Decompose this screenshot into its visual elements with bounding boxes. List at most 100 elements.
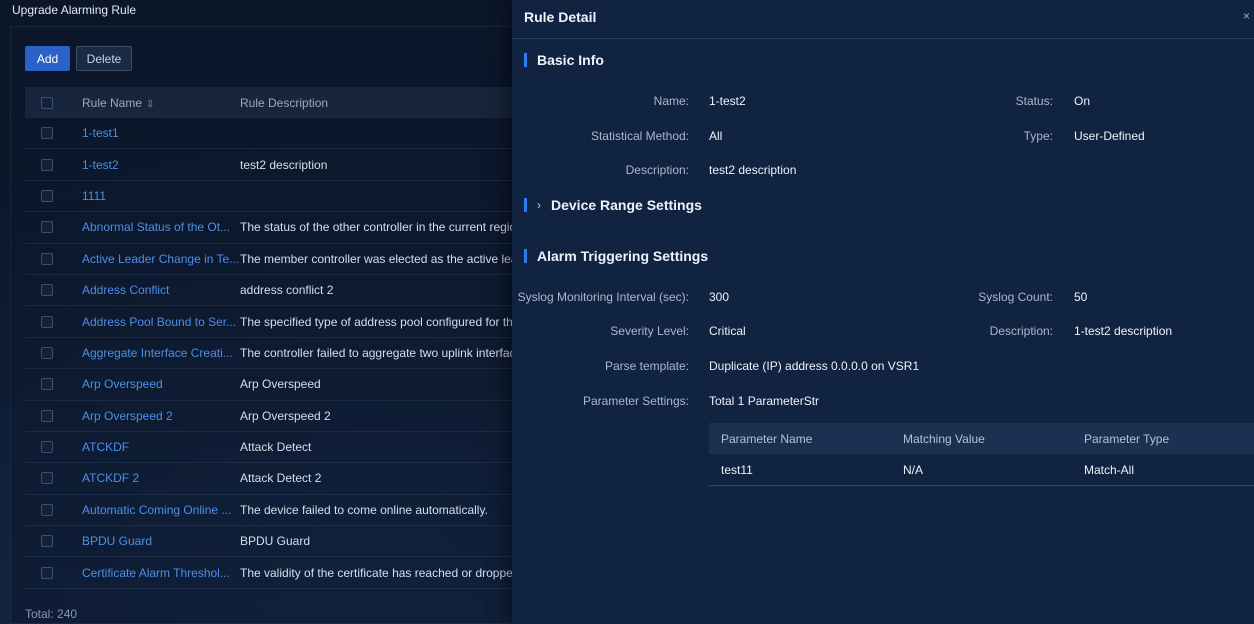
rule-name-link[interactable]: Arp Overspeed 2 [82, 409, 240, 423]
table-row[interactable]: ATCKDF 2 Attack Detect 2 [25, 463, 515, 495]
row-checkbox[interactable] [41, 252, 53, 265]
parameter-settings-value: Total 1 ParameterStr [709, 394, 820, 408]
table-row[interactable]: 1111 [25, 181, 515, 213]
table-row[interactable]: Automatic Coming Online ... The device fa… [25, 495, 515, 527]
rule-name-link[interactable]: Abnormal Status of the Ot... [82, 220, 240, 234]
rule-name-link[interactable]: BPDU Guard [82, 534, 240, 548]
table-row[interactable]: ATCKDF Attack Detect [25, 432, 515, 464]
column-header-matching-value: Matching Value [903, 431, 985, 446]
row-checkbox[interactable] [41, 284, 53, 297]
rule-name-link[interactable]: Certificate Alarm Threshol... [82, 566, 240, 580]
section-basic-info: Basic Info [524, 52, 604, 68]
table-row[interactable]: Address Conflict address conflict 2 [25, 275, 515, 307]
parameter-type-cell: Match-All [1084, 462, 1135, 477]
table-body: 1-test1 1-test2 test2 description 1111 Abnor… [25, 118, 515, 589]
rule-description: Attack Detect 2 [240, 471, 322, 486]
total-count: Total: 240 [25, 607, 78, 621]
rule-description: address conflict 2 [240, 283, 334, 298]
name-value: 1-test2 [709, 94, 746, 108]
parameter-table: Parameter Name Matching Value Parameter … [709, 423, 1254, 486]
row-checkbox[interactable] [41, 158, 53, 171]
table-row[interactable]: 1-test1 [25, 118, 515, 150]
rule-description: BPDU Guard [240, 534, 311, 549]
row-checkbox[interactable] [41, 378, 53, 391]
rule-name-link[interactable]: Address Conflict [82, 283, 240, 297]
status-label: Status: [1015, 94, 1053, 108]
table-row[interactable]: Arp Overspeed 2 Arp Overspeed 2 [25, 401, 515, 432]
column-header-parameter-type: Parameter Type [1084, 431, 1170, 446]
status-value: On [1074, 94, 1091, 108]
rule-name-link[interactable]: 1-test1 [82, 126, 240, 140]
syslog-count-value: 50 [1074, 290, 1088, 304]
rule-name-link[interactable]: Arp Overspeed [82, 377, 240, 391]
parameter-settings-label: Parameter Settings: [582, 394, 689, 408]
add-button[interactable]: Add [25, 46, 70, 71]
row-checkbox[interactable] [41, 409, 53, 422]
rule-description: The validity of the certificate has reac… [240, 565, 515, 580]
rule-name-link[interactable]: 1111 [82, 189, 240, 203]
section-alarm-triggering: Alarm Triggering Settings [524, 248, 708, 264]
row-checkbox[interactable] [41, 503, 53, 516]
rule-description: The specified type of address pool confi… [240, 314, 515, 329]
column-header-parameter-name: Parameter Name [721, 431, 813, 446]
close-icon[interactable]: × [1243, 9, 1250, 23]
table-row[interactable]: Address Pool Bound to Ser... The specifie… [25, 306, 515, 338]
table-row[interactable]: Certificate Alarm Threshol... The validit… [25, 557, 515, 589]
table-row[interactable]: Abnormal Status of the Ot... The status o… [25, 212, 515, 244]
rule-name-link[interactable]: Automatic Coming Online ... [82, 503, 240, 517]
parse-template-label: Parse template: [604, 359, 689, 373]
row-checkbox[interactable] [41, 535, 53, 548]
name-label: Name: [653, 94, 689, 108]
chevron-right-icon: › [537, 198, 541, 212]
rule-description: test2 description [240, 157, 328, 172]
rule-description: Arp Overspeed 2 [240, 408, 331, 423]
table-row[interactable]: 1-test2 test2 description [25, 149, 515, 181]
row-checkbox[interactable] [41, 566, 53, 579]
table-row[interactable]: Arp Overspeed Arp Overspeed [25, 369, 515, 401]
rule-name-link[interactable]: 1-test2 [82, 158, 240, 172]
parameter-name-cell: test11 [721, 462, 753, 477]
row-checkbox[interactable] [41, 221, 53, 234]
drawer-header: Rule Detail × [512, 0, 1254, 39]
rule-detail-drawer: Rule Detail × Basic Info Name: 1-test2 S… [512, 0, 1254, 624]
statistical-method-label: Statistical Method: [590, 129, 689, 143]
monitoring-interval-label: Syslog Monitoring Interval (sec): [517, 290, 689, 304]
rule-name-link[interactable]: Address Pool Bound to Ser... [82, 315, 240, 329]
row-checkbox[interactable] [41, 346, 53, 359]
table-row[interactable]: BPDU Guard BPDU Guard [25, 526, 515, 558]
rule-description: The controller failed to aggregate two u… [240, 345, 515, 360]
rule-description: The status of the other controller in th… [240, 220, 515, 235]
monitoring-interval-value: 300 [709, 290, 730, 304]
rule-description: Attack Detect [240, 440, 312, 455]
type-label: Type: [1023, 129, 1053, 143]
table-row[interactable]: Aggregate Interface Creati... The control… [25, 338, 515, 370]
table-row: test11 N/A Match-All [709, 454, 1254, 486]
row-checkbox[interactable] [41, 472, 53, 485]
row-checkbox[interactable] [41, 441, 53, 454]
page-title: Upgrade Alarming Rule [12, 3, 137, 17]
rule-name-link[interactable]: Aggregate Interface Creati... [82, 346, 240, 360]
column-header-rule-name[interactable]: Rule Name ⇳ [82, 96, 240, 110]
statistical-method-value: All [709, 129, 723, 143]
severity-value: Critical [709, 324, 746, 338]
parameter-table-header: Parameter Name Matching Value Parameter … [709, 423, 1254, 454]
rule-name-link[interactable]: ATCKDF [82, 440, 240, 454]
delete-button[interactable]: Delete [76, 46, 132, 71]
rule-name-link[interactable]: ATCKDF 2 [82, 471, 240, 485]
row-checkbox[interactable] [41, 189, 53, 202]
select-all-checkbox[interactable] [41, 96, 53, 109]
syslog-count-label: Syslog Count: [978, 290, 1053, 304]
table-row[interactable]: Active Leader Change in Te... The member … [25, 244, 515, 275]
section-device-range[interactable]: › Device Range Settings [524, 197, 702, 213]
rule-description: Arp Overspeed [240, 377, 321, 392]
row-checkbox[interactable] [41, 127, 53, 140]
type-value: User-Defined [1074, 129, 1145, 143]
matching-value-cell: N/A [903, 462, 924, 477]
rule-description: The member controller was elected as the… [240, 251, 515, 266]
description-label: Description: [625, 163, 689, 177]
rule-name-link[interactable]: Active Leader Change in Te... [82, 252, 240, 266]
severity-label: Severity Level: [610, 324, 689, 338]
sort-icon[interactable]: ⇳ [146, 99, 154, 110]
row-checkbox[interactable] [41, 315, 53, 328]
parse-template-value: Duplicate (IP) address 0.0.0.0 on VSR1 [709, 359, 920, 373]
